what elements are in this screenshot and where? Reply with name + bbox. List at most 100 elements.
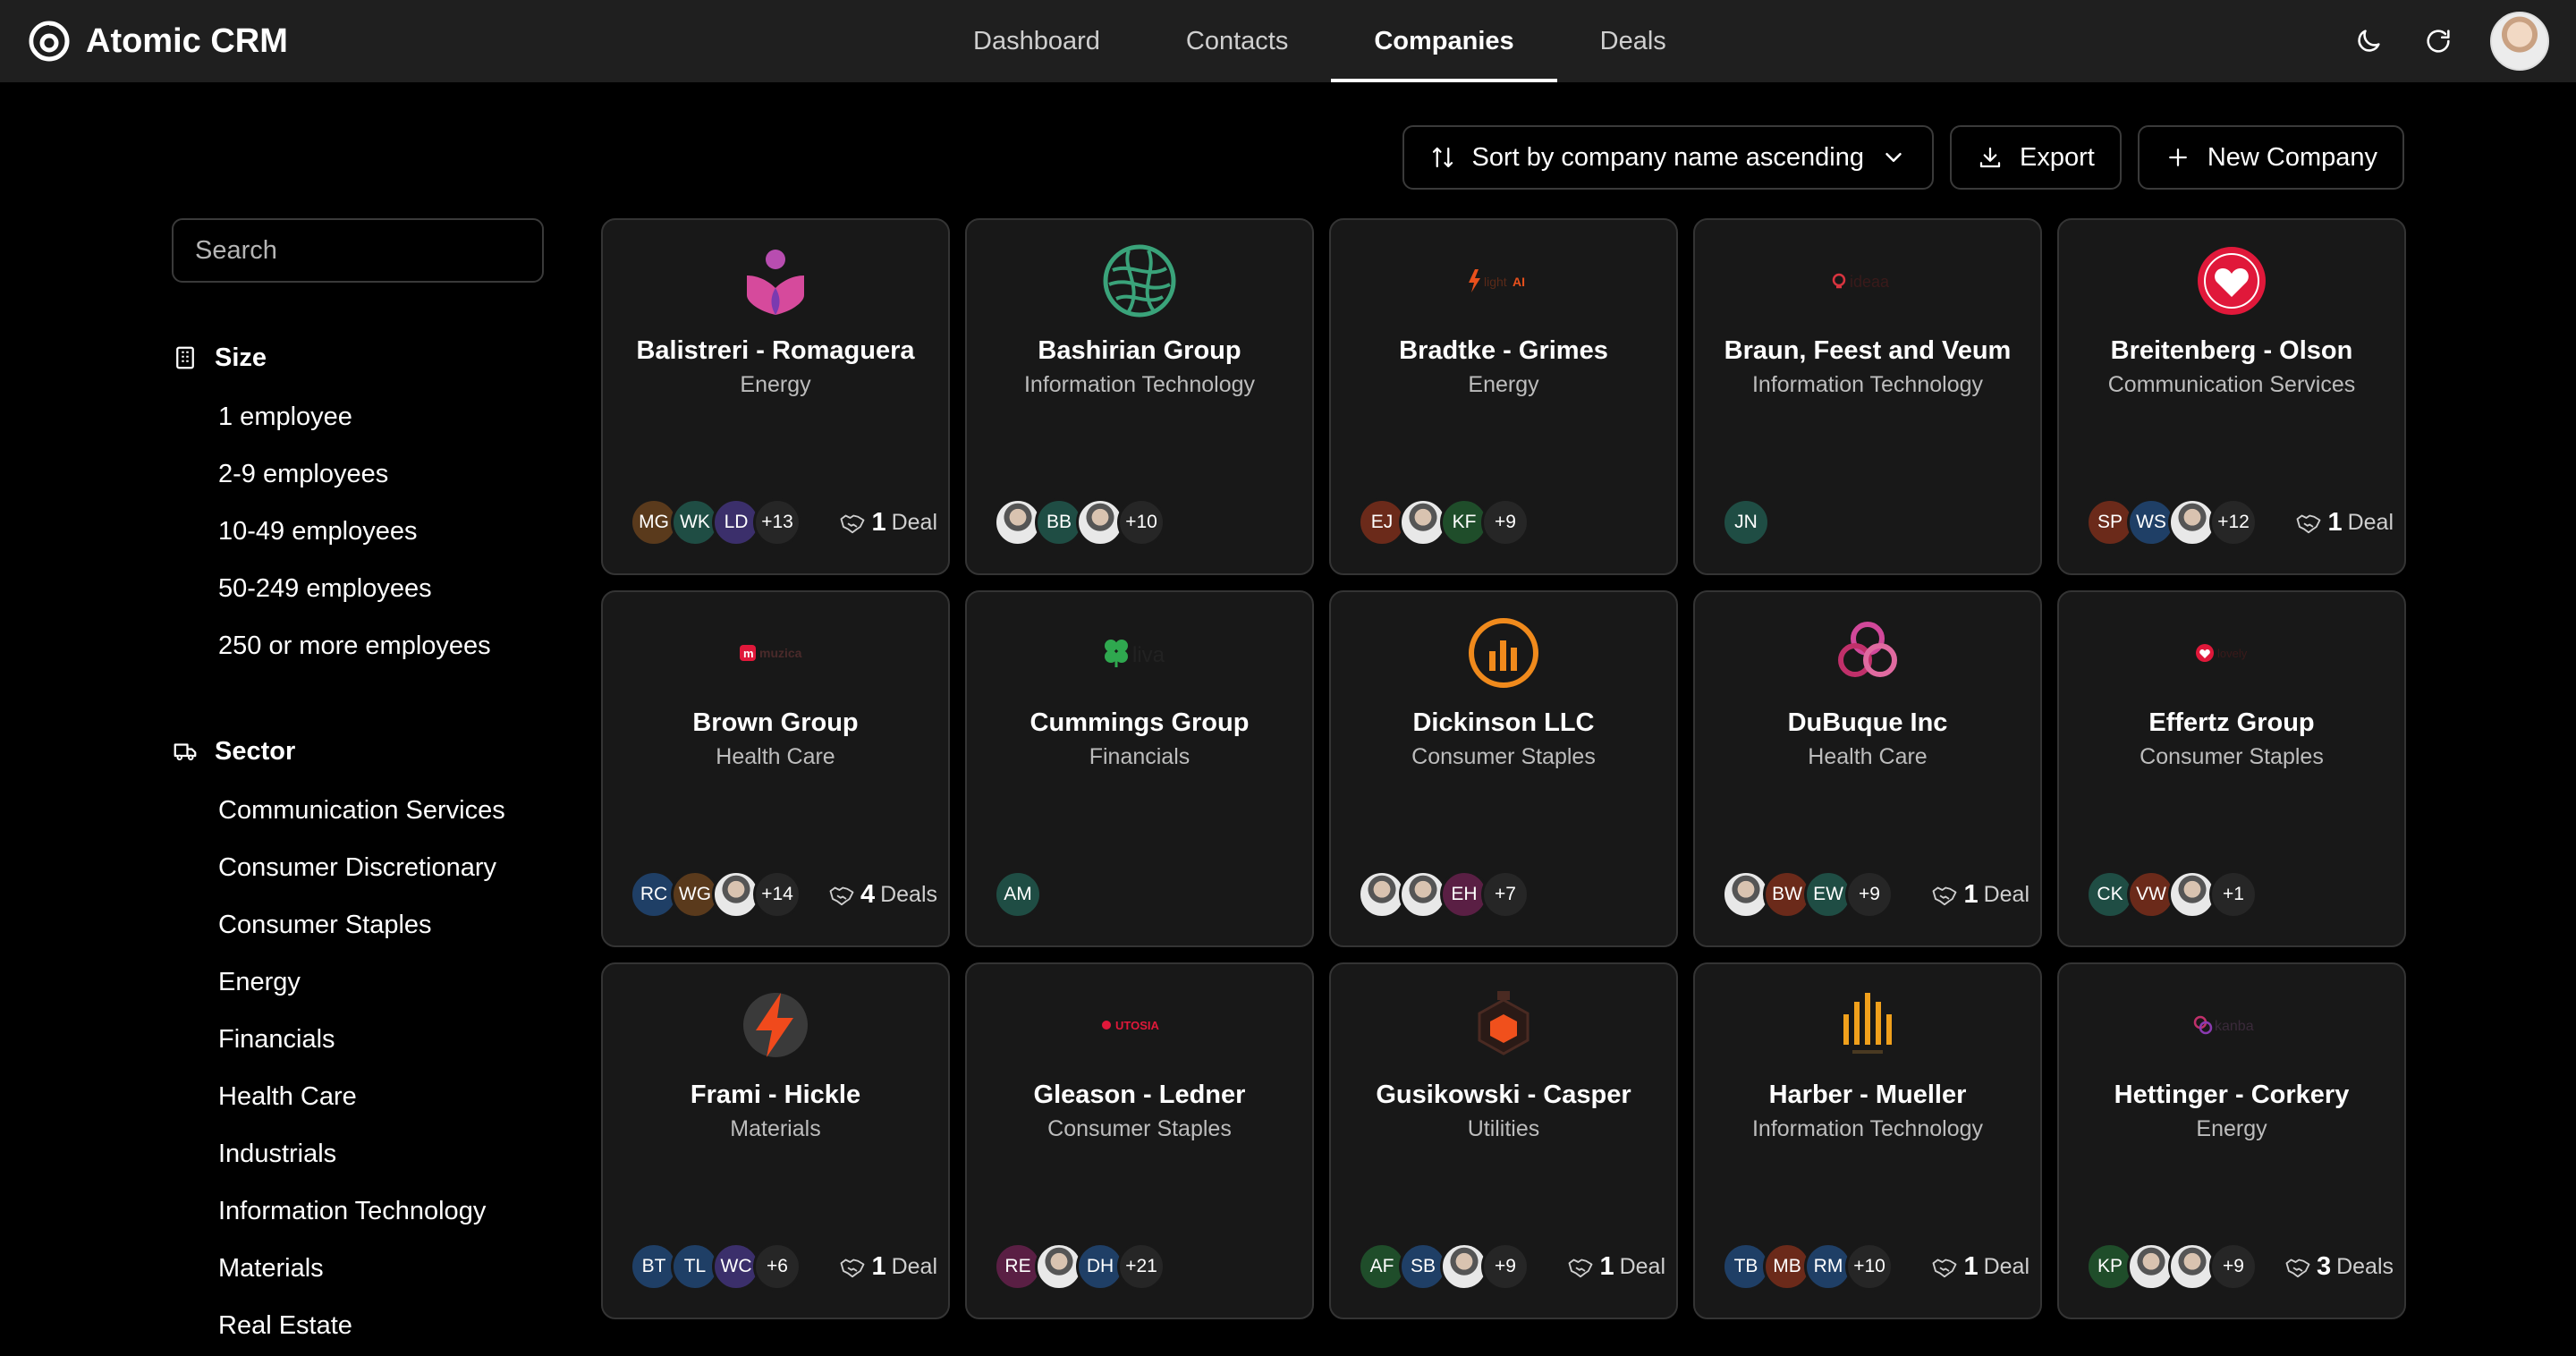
sector-filter-item[interactable]: Information Technology [172, 1182, 565, 1240]
handshake-icon [2297, 514, 2321, 534]
contact-avatars: JN [1722, 498, 1770, 547]
company-sector: Materials [730, 1116, 821, 1141]
tab-contacts[interactable]: Contacts [1143, 0, 1331, 82]
svg-text:liva: liva [1132, 643, 1165, 667]
moon-icon [2358, 30, 2380, 52]
truck-icon [174, 743, 197, 761]
company-name: Brown Group [692, 708, 859, 737]
contact-avatars: EH +7 [1358, 870, 1530, 919]
sector-filter-item[interactable]: Industrials [172, 1125, 565, 1182]
svg-text:muzica: muzica [759, 646, 802, 660]
chevron-down-icon [1885, 153, 1902, 162]
contact-avatars: BB +10 [994, 498, 1165, 547]
contact-avatars: RC WG +14 [630, 870, 801, 919]
company-name: Breitenberg - Olson [2110, 336, 2353, 365]
handshake-icon [1569, 1259, 1593, 1278]
more-contacts-badge: +10 [1845, 1242, 1894, 1291]
company-card[interactable]: light AI Bradtke - Grimes Energy EJ KF +9 [1329, 218, 1678, 575]
contact-avatars: RE DH +21 [994, 1242, 1165, 1291]
contact-avatar[interactable]: AM [994, 870, 1042, 919]
company-name: Gleason - Ledner [1033, 1081, 1246, 1109]
main-nav: Dashboard Contacts Companies Deals [930, 0, 1709, 82]
download-icon [1979, 147, 2001, 168]
handshake-icon [829, 886, 854, 906]
sector-filter-item[interactable]: Materials [172, 1240, 565, 1297]
size-filter: Size 1 employee 2-9 employees 10-49 empl… [172, 338, 565, 674]
company-card[interactable]: Frami - Hickle Materials BT TL WC +6 1 Deal [601, 962, 950, 1319]
sector-filter-item[interactable]: Consumer Discretionary [172, 839, 565, 896]
deals-number: 1 [1963, 879, 1979, 909]
new-company-label: New Company [2207, 142, 2377, 172]
refresh-button[interactable] [2420, 23, 2456, 59]
sector-filter-item[interactable]: Consumer Staples [172, 896, 565, 953]
handshake-icon [1933, 1259, 1957, 1278]
top-right-actions [2351, 11, 2549, 72]
brand[interactable]: Atomic CRM [27, 16, 288, 66]
size-filter-item[interactable]: 10-49 employees [172, 503, 565, 560]
search-input[interactable] [195, 235, 532, 266]
sort-label: Sort by company name ascending [1471, 142, 1864, 172]
sort-button[interactable]: Sort by company name ascending [1402, 125, 1934, 190]
tab-companies[interactable]: Companies [1331, 0, 1557, 82]
svg-text:UTOSIA: UTOSIA [1115, 1019, 1159, 1032]
company-card[interactable]: lovely Effertz Group Consumer Staples CK VW +… [2057, 590, 2406, 947]
plus-icon [2168, 148, 2187, 166]
company-sector: Utilities [1467, 1116, 1540, 1141]
company-card[interactable]: Breitenberg - Olson Communication Service… [2057, 218, 2406, 575]
contact-avatar[interactable]: JN [1722, 498, 1770, 547]
company-card[interactable]: Gusikowski - Casper Utilities AF SB +9 1 Deal [1329, 962, 1678, 1319]
company-card[interactable]: DuBuque Inc Health Care BW EW +9 1 Deal [1693, 590, 2042, 947]
size-filter-header: Size [172, 338, 565, 377]
bars-circle-logo-icon [1331, 614, 1676, 692]
export-button[interactable]: Export [1949, 125, 2122, 190]
company-name: Braun, Feest and Veum [1724, 336, 2012, 365]
company-card[interactable]: ideaa Braun, Feest and Veum Information Te… [1693, 218, 2042, 575]
size-filter-item[interactable]: 2-9 employees [172, 445, 565, 503]
company-card[interactable]: Dickinson LLC Consumer Staples EH +7 [1329, 590, 1678, 947]
deals-count: 3 Deals [2284, 1251, 2394, 1282]
more-contacts-badge: +7 [1481, 870, 1530, 919]
company-card[interactable]: Bashirian Group Information Technology BB +… [965, 218, 1314, 575]
tab-deals[interactable]: Deals [1557, 0, 1709, 82]
tab-dashboard[interactable]: Dashboard [930, 0, 1143, 82]
ideaa-logo-icon: ideaa [1695, 242, 2040, 320]
new-company-button[interactable]: New Company [2137, 125, 2404, 190]
company-sector: Energy [1468, 372, 1539, 397]
svg-text:kanba: kanba [2215, 1019, 2254, 1034]
size-filter-item[interactable]: 1 employee [172, 388, 565, 445]
company-card[interactable]: liva Cummings Group Financials AM [965, 590, 1314, 947]
top-navigation-bar: Atomic CRM Dashboard Contacts Companies … [0, 0, 2576, 82]
contact-avatars: CK VW +1 [2086, 870, 2258, 919]
company-card[interactable]: kanba Hettinger - Corkery Energy KP +9 3 Deals [2057, 962, 2406, 1319]
more-contacts-badge: +21 [1117, 1242, 1165, 1291]
company-sector: Consumer Staples [1411, 744, 1596, 769]
sector-filter-item[interactable]: Real Estate [172, 1297, 565, 1354]
more-contacts-badge: +10 [1117, 498, 1165, 547]
deals-label: Deal [891, 509, 937, 535]
deals-label: Deals [2336, 1253, 2394, 1279]
sector-filter-title: Sector [215, 736, 296, 766]
user-avatar[interactable] [2490, 12, 2549, 71]
sector-filter-item[interactable]: Communication Services [172, 782, 565, 839]
size-filter-item[interactable]: 250 or more employees [172, 617, 565, 674]
company-card[interactable]: m muzica Brown Group Health Care RC WG +14 4 Dea… [601, 590, 950, 947]
company-sector: Communication Services [2107, 372, 2356, 397]
company-card[interactable]: Harber - Mueller Information Technology TB… [1693, 962, 2042, 1319]
sector-filter-list: Communication Services Consumer Discreti… [172, 782, 565, 1354]
company-card[interactable]: Balistreri - Romaguera Energy MG WK LD +13 1 De… [601, 218, 950, 575]
size-filter-item[interactable]: 50-249 employees [172, 560, 565, 617]
sector-filter-item[interactable]: Financials [172, 1011, 565, 1068]
app-name: Atomic CRM [86, 21, 288, 60]
clover-liva-logo-icon: liva [967, 614, 1312, 692]
deals-label: Deal [891, 1253, 937, 1279]
globe-lines-logo-icon [967, 242, 1312, 320]
svg-text:AI: AI [1513, 275, 1525, 289]
deals-number: 1 [2327, 507, 2343, 537]
deals-count: 1 Deal [1567, 1251, 1665, 1282]
triple-loop-logo-icon [1695, 614, 2040, 692]
sector-filter-item[interactable]: Energy [172, 953, 565, 1011]
company-sector: Consumer Staples [1047, 1116, 1232, 1141]
sector-filter-item[interactable]: Health Care [172, 1068, 565, 1125]
company-card[interactable]: UTOSIA Gleason - Ledner Consumer Staples RE… [965, 962, 1314, 1319]
theme-toggle-button[interactable] [2351, 23, 2386, 59]
